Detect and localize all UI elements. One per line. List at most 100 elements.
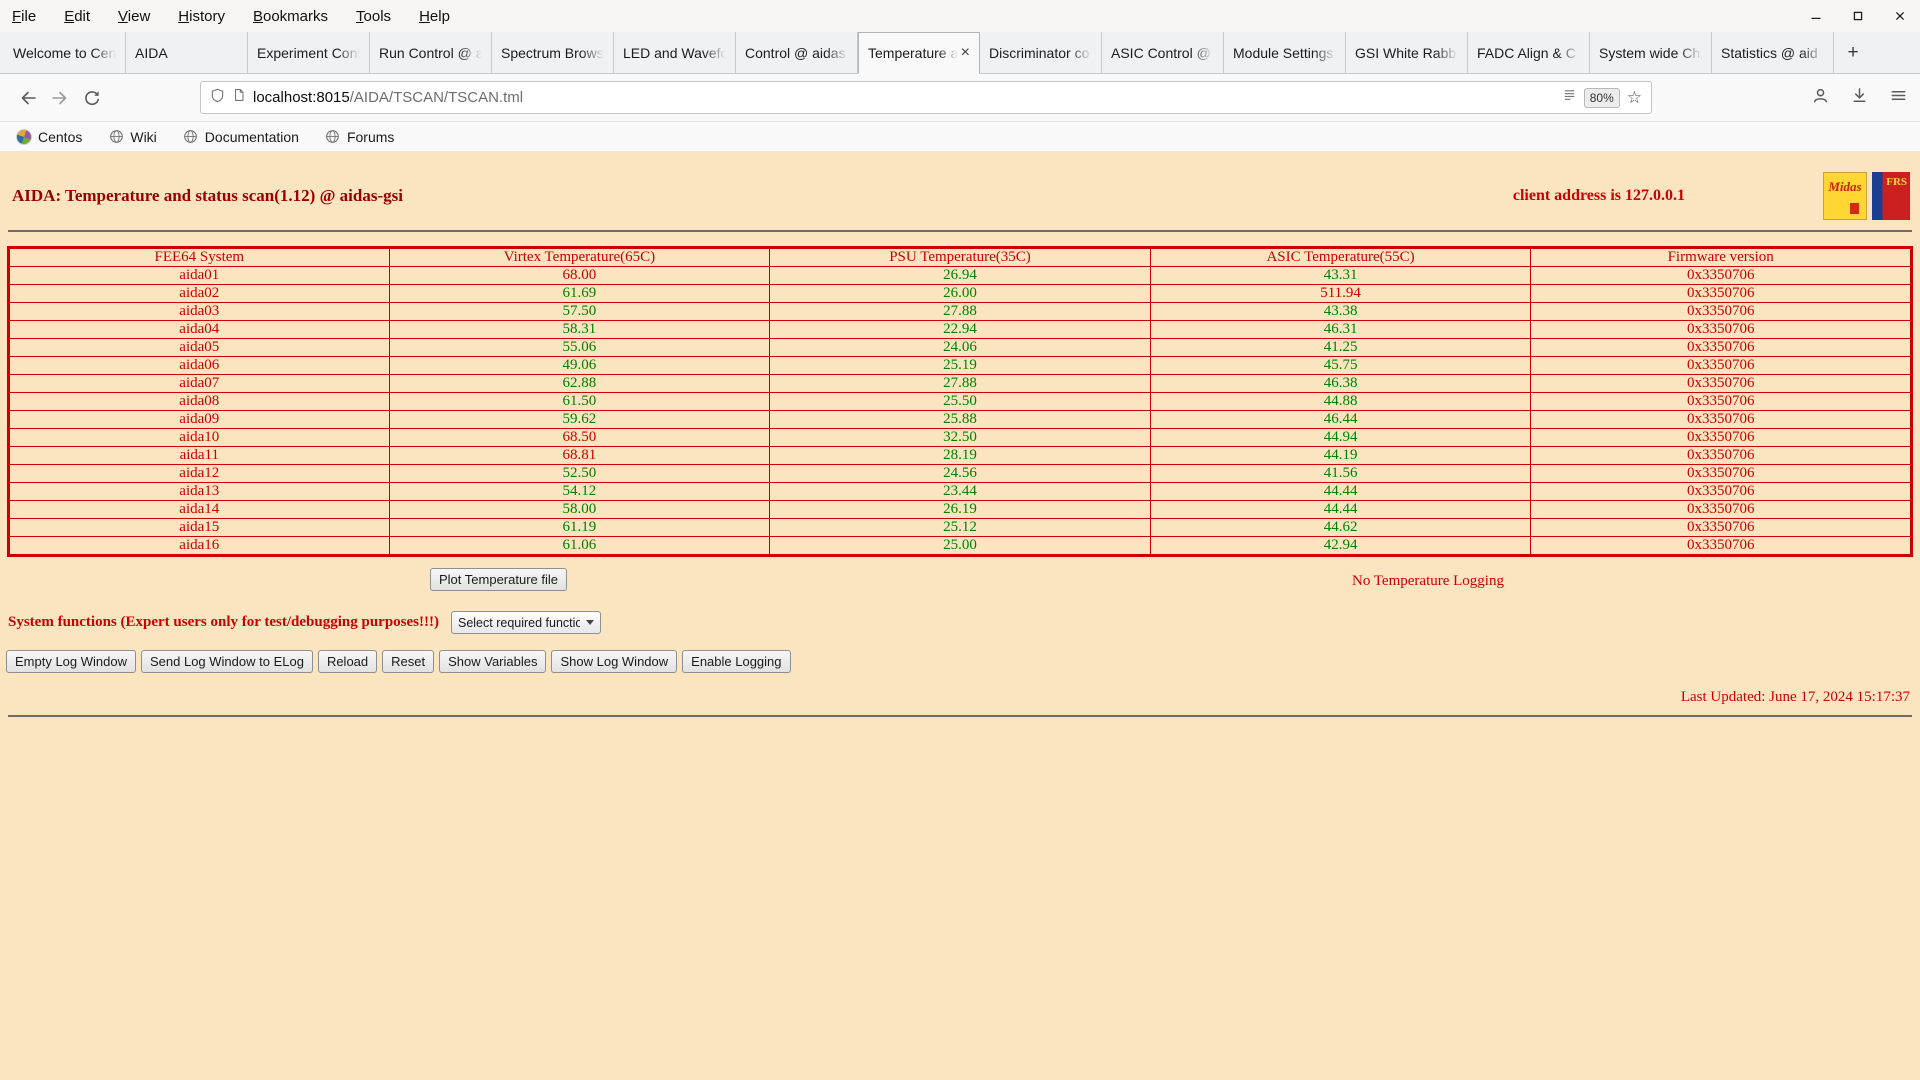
- asic-temperature: 44.94: [1149, 428, 1532, 447]
- zoom-level-button[interactable]: 80%: [1583, 87, 1620, 108]
- firmware-version: 0x3350706: [1530, 356, 1912, 375]
- tab-aida[interactable]: AIDA: [126, 32, 248, 73]
- menu-history[interactable]: History: [178, 8, 225, 25]
- menu-tools[interactable]: Tools: [356, 8, 391, 25]
- account-icon[interactable]: [1811, 86, 1830, 110]
- psu-temperature: 26.00: [769, 284, 1151, 303]
- action-buttons: Empty Log Window Send Log Window to ELog R…: [6, 650, 1920, 673]
- tab-label: Control @ aidas: [745, 44, 846, 61]
- table-row-aida11: aida11 68.81 28.19 44.19 0x3350706: [8, 446, 1912, 465]
- bookmark-documentation[interactable]: Documentation: [183, 129, 299, 145]
- firmware-version: 0x3350706: [1530, 482, 1912, 501]
- reader-mode-icon[interactable]: [1562, 88, 1577, 108]
- table-row-aida07: aida07 62.88 27.88 46.38 0x3350706: [8, 374, 1912, 393]
- tab-gsi-white-rabb[interactable]: GSI White Rabb: [1346, 32, 1468, 73]
- empty-log-window-button[interactable]: Empty Log Window: [6, 650, 136, 673]
- downloads-icon[interactable]: [1850, 86, 1869, 110]
- close-button[interactable]: [1892, 8, 1908, 24]
- function-select[interactable]: Select required function: [450, 611, 601, 634]
- tab-control-aidas[interactable]: Control @ aidas: [736, 32, 858, 73]
- tab-spectrum-brows[interactable]: Spectrum Brows: [492, 32, 614, 73]
- frs-logo: FRS: [1872, 172, 1910, 220]
- psu-temperature: 24.06: [769, 338, 1151, 357]
- url-text[interactable]: localhost:8015/AIDA/TSCAN/TSCAN.tml: [253, 89, 1555, 106]
- tab-label: Statistics @ aid: [1721, 44, 1818, 61]
- tab-module-settings[interactable]: Module Settings: [1224, 32, 1346, 73]
- fee64-name: aida14: [8, 500, 390, 519]
- site-info-icon[interactable]: [232, 88, 246, 107]
- show-log-window-button[interactable]: Show Log Window: [551, 650, 678, 673]
- bookmark-centos[interactable]: Centos: [16, 128, 82, 145]
- virtex-temperature: 54.12: [388, 482, 771, 501]
- tab-experiment-cont[interactable]: Experiment Cont: [248, 32, 370, 73]
- page-title: AIDA: Temperature and status scan(1.12) …: [12, 186, 403, 205]
- enable-logging-button[interactable]: Enable Logging: [682, 650, 791, 673]
- forward-button[interactable]: [44, 82, 76, 114]
- tab-strip: Welcome to Cent AIDA Experiment Cont Run Co…: [4, 32, 1834, 74]
- midas-logo: Midas: [1823, 172, 1867, 220]
- tab-run-control-a[interactable]: Run Control @ a: [370, 32, 492, 73]
- menu-help[interactable]: Help: [419, 8, 450, 25]
- virtex-temperature: 61.50: [388, 392, 771, 411]
- reset-button[interactable]: Reset: [382, 650, 435, 673]
- bookmark-wiki[interactable]: Wiki: [108, 129, 157, 145]
- virtex-temperature: 62.88: [388, 374, 771, 393]
- minimize-button[interactable]: [1808, 8, 1824, 24]
- menu-file[interactable]: File: [12, 8, 36, 25]
- url-bar[interactable]: localhost:8015/AIDA/TSCAN/TSCAN.tml 80% …: [200, 81, 1652, 114]
- show-variables-button[interactable]: Show Variables: [439, 650, 547, 673]
- page-header: AIDA: Temperature and status scan(1.12) …: [0, 152, 1920, 230]
- firmware-version: 0x3350706: [1530, 500, 1912, 519]
- tab-close-icon[interactable]: ×: [961, 45, 970, 61]
- plot-temperature-file-button[interactable]: Plot Temperature file: [430, 568, 567, 591]
- firmware-version: 0x3350706: [1530, 446, 1912, 465]
- table-row-aida15: aida15 61.19 25.12 44.62 0x3350706: [8, 518, 1912, 537]
- tab-label: FADC Align & C: [1477, 44, 1576, 61]
- temperature-logging-status: No Temperature Logging: [1352, 573, 1504, 589]
- menu-icon[interactable]: [1889, 86, 1908, 110]
- tracking-protection-icon[interactable]: [210, 88, 225, 108]
- menu-view[interactable]: View: [118, 8, 150, 25]
- navbar-right-icons: [1811, 86, 1908, 110]
- virtex-temperature: 61.19: [388, 518, 771, 537]
- tab-strip-bar: Welcome to Cent AIDA Experiment Cont Run Co…: [0, 32, 1920, 74]
- tab-asic-control[interactable]: ASIC Control @: [1102, 32, 1224, 73]
- tab-system-wide-ch[interactable]: System wide Ch: [1590, 32, 1712, 73]
- tab-statistics-aid[interactable]: Statistics @ aid: [1712, 32, 1834, 73]
- tab-label: Run Control @ a: [379, 44, 482, 61]
- asic-temperature: 42.94: [1149, 536, 1532, 556]
- send-log-window-to-elog-button[interactable]: Send Log Window to ELog: [141, 650, 313, 673]
- fee64-name: aida15: [8, 518, 390, 537]
- psu-temperature: 26.19: [769, 500, 1151, 519]
- tab-label: Experiment Cont: [257, 44, 360, 61]
- plot-row: Plot Temperature file No Temperature Log…: [0, 565, 1920, 597]
- top-divider: [8, 230, 1912, 232]
- bookmark-forums[interactable]: Forums: [325, 129, 394, 145]
- virtex-temperature: 55.06: [388, 338, 771, 357]
- tab-welcome-to-cent[interactable]: Welcome to Cent: [4, 32, 126, 73]
- bookmark-star-icon[interactable]: ☆: [1627, 89, 1642, 106]
- bookmark-label: Documentation: [204, 128, 299, 145]
- tab-temperature-an[interactable]: Temperature an ×: [858, 32, 980, 74]
- psu-temperature: 23.44: [769, 482, 1151, 501]
- menu-edit[interactable]: Edit: [64, 8, 90, 25]
- reload-button[interactable]: Reload: [317, 650, 378, 673]
- tab-led-and-wavefo[interactable]: LED and Wavefo: [614, 32, 736, 73]
- new-tab-button[interactable]: +: [1834, 32, 1872, 73]
- virtex-temperature: 58.31: [388, 320, 771, 339]
- chevron-down-icon: [585, 620, 594, 625]
- tab-fadc-align-c[interactable]: FADC Align & C: [1468, 32, 1590, 73]
- asic-temperature: 46.38: [1149, 374, 1532, 393]
- fee64-name: aida06: [8, 356, 390, 375]
- asic-temperature: 44.44: [1149, 482, 1532, 501]
- reload-button[interactable]: [76, 82, 108, 114]
- last-updated: Last Updated: June 17, 2024 15:17:37: [1680, 689, 1910, 705]
- menu-bookmarks[interactable]: Bookmarks: [253, 8, 328, 25]
- maximize-button[interactable]: [1850, 8, 1866, 24]
- virtex-temperature: 68.00: [388, 266, 771, 285]
- tab-discriminator-co[interactable]: Discriminator co: [980, 32, 1102, 73]
- firmware-version: 0x3350706: [1530, 536, 1912, 556]
- back-button[interactable]: [12, 82, 44, 114]
- asic-temperature: 43.38: [1149, 302, 1532, 321]
- fee64-name: aida07: [8, 374, 390, 393]
